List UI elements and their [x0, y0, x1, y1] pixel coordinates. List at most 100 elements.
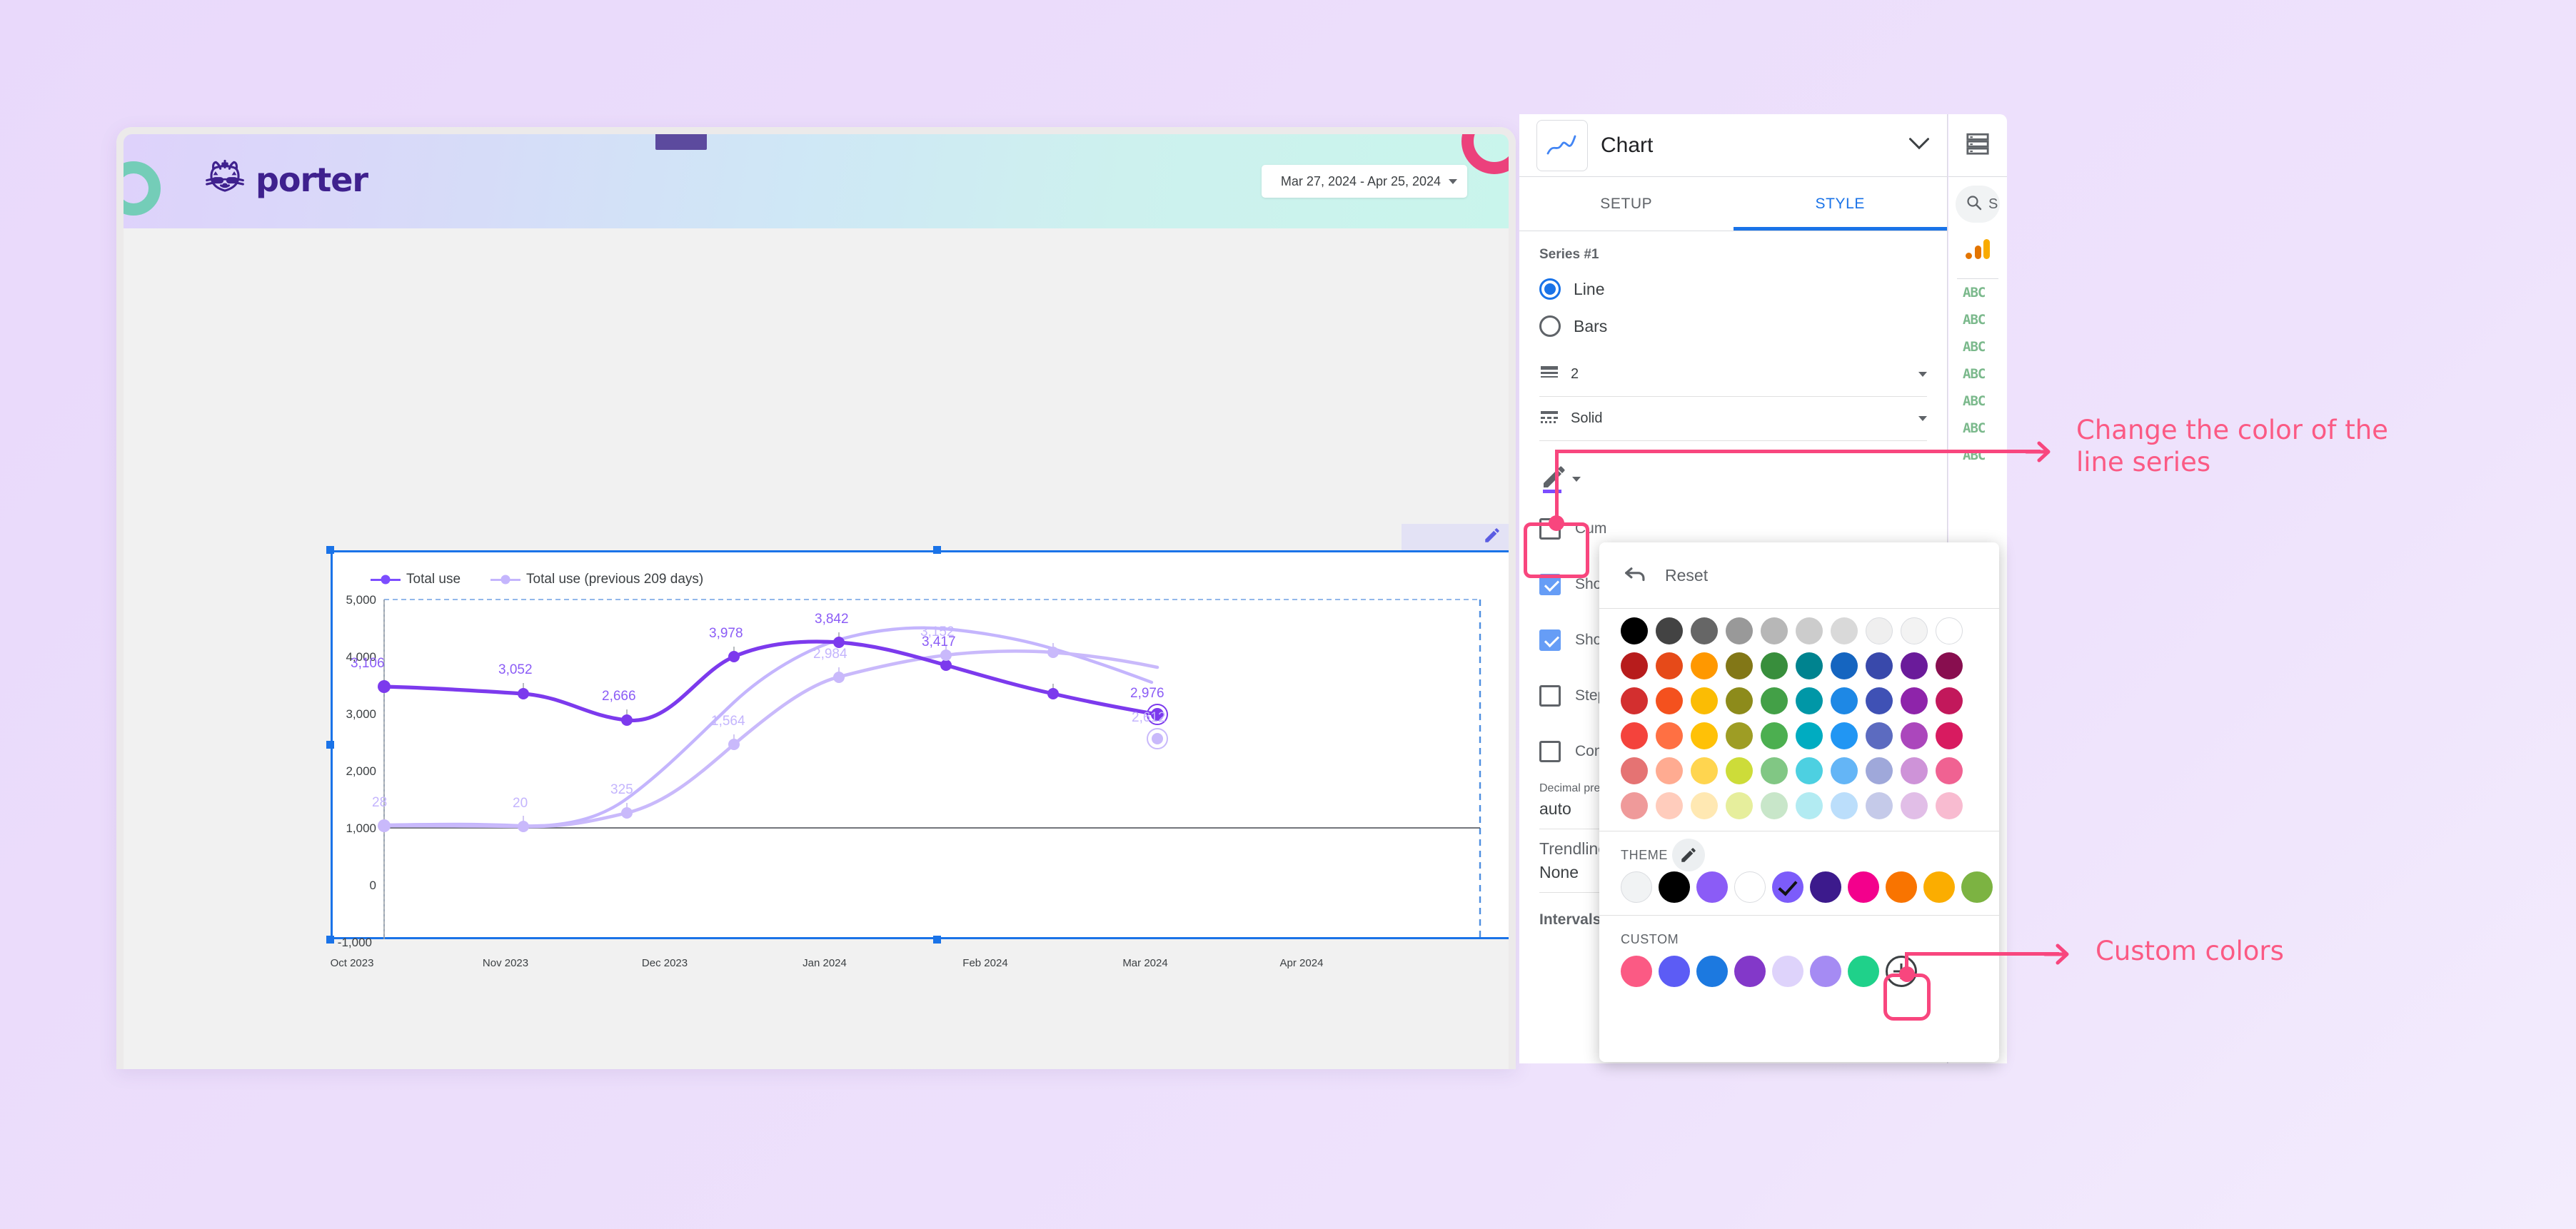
theme-color-swatch[interactable] [1659, 871, 1690, 903]
color-swatch[interactable] [1621, 792, 1648, 819]
color-swatch[interactable] [1691, 617, 1718, 644]
color-swatch[interactable] [1621, 757, 1648, 784]
color-swatch[interactable] [1831, 792, 1858, 819]
color-swatch[interactable] [1796, 617, 1823, 644]
selection-handle[interactable] [326, 546, 334, 554]
custom-color-swatch[interactable] [1696, 956, 1728, 987]
panel-collapse-chevron-icon[interactable] [1908, 137, 1930, 153]
line-style-select[interactable]: Solid [1539, 397, 1927, 441]
theme-color-swatch[interactable] [1734, 871, 1766, 903]
selection-handle[interactable] [933, 936, 941, 944]
field-item[interactable]: ABC [1948, 333, 2007, 360]
color-swatch[interactable] [1761, 722, 1788, 749]
color-swatch[interactable] [1761, 757, 1788, 784]
color-swatch[interactable] [1691, 652, 1718, 679]
field-item[interactable]: ABC [1948, 279, 2007, 306]
color-swatch[interactable] [1726, 792, 1753, 819]
date-range-picker[interactable]: Mar 27, 2024 - Apr 25, 2024 [1262, 165, 1467, 198]
field-item[interactable]: ABC [1948, 442, 2007, 469]
color-swatch[interactable] [1901, 757, 1928, 784]
color-swatch[interactable] [1656, 722, 1683, 749]
color-swatch[interactable] [1866, 757, 1893, 784]
chart-type-option-line[interactable]: Line [1539, 278, 1927, 300]
theme-color-swatch[interactable] [1886, 871, 1917, 903]
theme-color-swatch[interactable] [1621, 871, 1652, 903]
color-swatch[interactable] [1656, 652, 1683, 679]
theme-edit-pencil-icon[interactable] [1672, 839, 1705, 871]
color-swatch[interactable] [1656, 687, 1683, 714]
tab-setup[interactable]: SETUP [1519, 177, 1734, 231]
color-swatch[interactable] [1866, 617, 1893, 644]
color-swatch[interactable] [1831, 722, 1858, 749]
selection-handle[interactable] [933, 546, 941, 554]
color-swatch[interactable] [1936, 617, 1963, 644]
color-swatch[interactable] [1796, 652, 1823, 679]
color-swatch[interactable] [1691, 687, 1718, 714]
checkbox-show-labels-box[interactable] [1539, 629, 1561, 651]
color-swatch[interactable] [1901, 687, 1928, 714]
field-item[interactable]: ABC [1948, 415, 2007, 442]
color-swatch[interactable] [1796, 757, 1823, 784]
color-swatch[interactable] [1761, 792, 1788, 819]
color-swatch[interactable] [1866, 687, 1893, 714]
color-swatch[interactable] [1656, 757, 1683, 784]
color-swatch[interactable] [1726, 652, 1753, 679]
color-swatch[interactable] [1656, 792, 1683, 819]
checkbox-compact-box[interactable] [1539, 741, 1561, 762]
custom-color-swatch[interactable] [1734, 956, 1766, 987]
color-swatch[interactable] [1866, 652, 1893, 679]
custom-color-swatch[interactable] [1810, 956, 1841, 987]
color-swatch[interactable] [1691, 757, 1718, 784]
line-weight-select[interactable]: 2 [1539, 353, 1927, 397]
custom-color-swatch[interactable] [1621, 956, 1652, 987]
color-swatch[interactable] [1726, 722, 1753, 749]
color-swatch[interactable] [1831, 652, 1858, 679]
color-swatch[interactable] [1691, 792, 1718, 819]
color-swatch[interactable] [1726, 687, 1753, 714]
color-swatch[interactable] [1936, 722, 1963, 749]
field-item[interactable]: ABC [1948, 360, 2007, 388]
color-swatch[interactable] [1726, 757, 1753, 784]
data-list-icon[interactable] [1966, 131, 1990, 159]
color-swatch[interactable] [1796, 722, 1823, 749]
color-swatch[interactable] [1621, 687, 1648, 714]
color-swatch[interactable] [1901, 617, 1928, 644]
theme-color-swatch[interactable] [1848, 871, 1879, 903]
color-swatch[interactable] [1831, 687, 1858, 714]
custom-color-swatch[interactable] [1848, 956, 1879, 987]
color-swatch[interactable] [1831, 757, 1858, 784]
selection-handle[interactable] [326, 740, 334, 749]
color-swatch[interactable] [1761, 652, 1788, 679]
theme-color-swatch[interactable] [1961, 871, 1993, 903]
color-swatch[interactable] [1831, 617, 1858, 644]
reset-color-button[interactable]: Reset [1599, 542, 1999, 608]
chart-object[interactable]: Total use Total use (previous 209 days) … [326, 524, 1516, 969]
color-swatch[interactable] [1936, 757, 1963, 784]
color-swatch[interactable] [1621, 722, 1648, 749]
field-item[interactable]: ABC [1948, 306, 2007, 333]
color-swatch[interactable] [1866, 722, 1893, 749]
color-swatch[interactable] [1901, 722, 1928, 749]
theme-color-swatch[interactable] [1810, 871, 1841, 903]
checkbox-stepped-box[interactable] [1539, 685, 1561, 707]
color-swatch[interactable] [1761, 617, 1788, 644]
theme-color-swatch-selected[interactable] [1772, 871, 1803, 903]
color-swatch[interactable] [1936, 652, 1963, 679]
selection-handle[interactable] [326, 936, 334, 944]
color-swatch[interactable] [1621, 617, 1648, 644]
color-swatch[interactable] [1656, 617, 1683, 644]
color-swatch[interactable] [1936, 687, 1963, 714]
tab-style[interactable]: STYLE [1733, 177, 1948, 231]
data-search-input[interactable]: S [1956, 186, 2000, 223]
series-color-button[interactable] [1539, 457, 1595, 501]
color-swatch[interactable] [1866, 792, 1893, 819]
color-swatch[interactable] [1761, 687, 1788, 714]
chart-type-thumbnail[interactable] [1536, 119, 1588, 171]
color-swatch[interactable] [1901, 792, 1928, 819]
color-swatch[interactable] [1936, 792, 1963, 819]
color-swatch[interactable] [1796, 792, 1823, 819]
theme-color-swatch[interactable] [1696, 871, 1728, 903]
radio-line[interactable] [1539, 278, 1561, 300]
color-swatch[interactable] [1796, 687, 1823, 714]
color-swatch[interactable] [1691, 722, 1718, 749]
